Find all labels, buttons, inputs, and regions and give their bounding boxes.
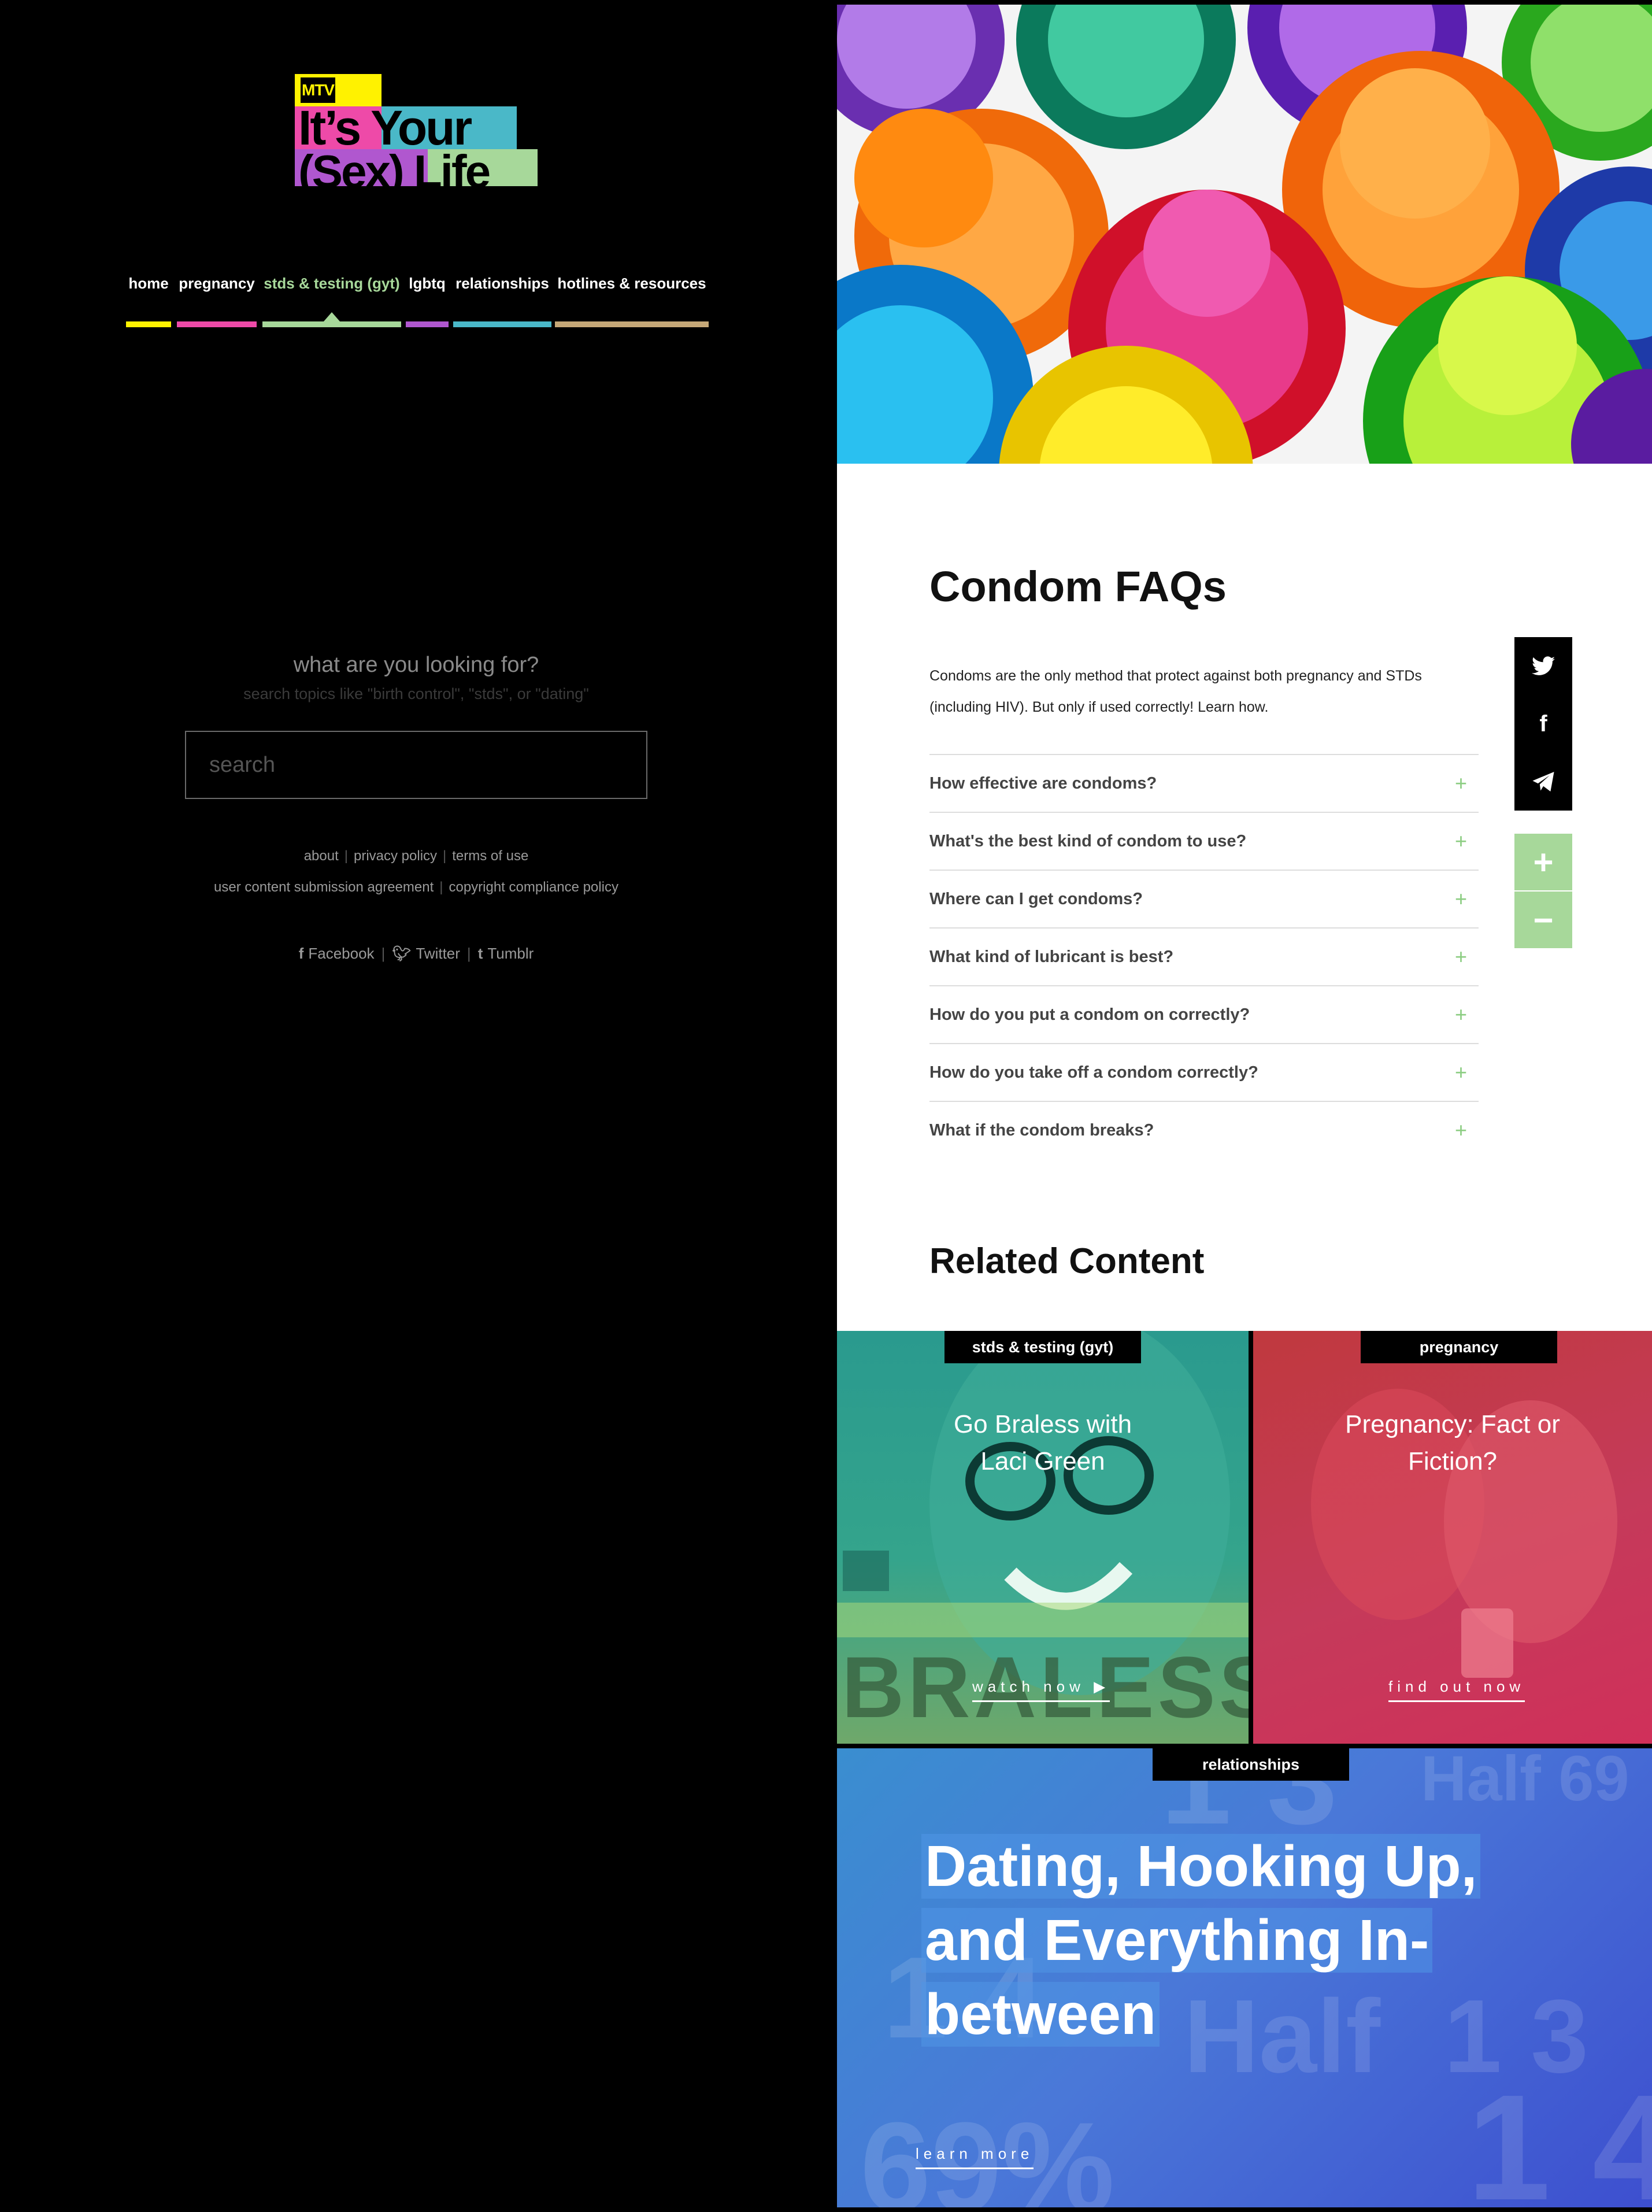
faq-item[interactable]: How do you take off a condom correctly? +: [929, 1043, 1479, 1101]
article-intro: Condoms are the only method that protect…: [929, 668, 1422, 715]
nav-item-hotlines-resources[interactable]: hotlines & resources: [555, 272, 709, 330]
card-title: Dating, Hooking Up, and Everything In- b…: [921, 1829, 1499, 2051]
search-hint: search topics like "birth control", "std…: [243, 685, 589, 702]
share-telegram-button[interactable]: [1514, 753, 1572, 811]
card-title: Pregnancy: Fact or Fiction?: [1345, 1410, 1560, 1475]
faq-question: What if the condom breaks?: [929, 1120, 1154, 1140]
faq-item[interactable]: How do you put a condom on correctly? +: [929, 985, 1479, 1043]
svg-text:1 4: 1 4: [1467, 2064, 1652, 2207]
mtv-logo-badge: MTV: [301, 77, 335, 103]
faq-item[interactable]: What's the best kind of condom to use? +: [929, 812, 1479, 870]
expand-plus-icon[interactable]: +: [1455, 829, 1467, 853]
condoms-photo: [837, 5, 1652, 464]
footer-link-about[interactable]: about: [304, 848, 339, 864]
tumblr-link[interactable]: t Tumblr: [478, 945, 534, 962]
share-bar: f: [1514, 637, 1572, 811]
social-links: f Facebook | 🐦︎ Twitter | t Tumblr: [298, 945, 534, 962]
card-category-tag: relationships: [1153, 1748, 1349, 1781]
telegram-icon: [1532, 772, 1554, 791]
nav-color-bar: [126, 321, 171, 327]
main-nav: home pregnancy stds & testing (gyt) lgbt…: [126, 272, 709, 330]
facebook-icon: f: [298, 945, 304, 962]
faq-question: What kind of lubricant is best?: [929, 947, 1174, 966]
faq-item[interactable]: What if the condom breaks? +: [929, 1101, 1479, 1159]
card-category-tag: stds & testing (gyt): [944, 1331, 1141, 1363]
faq-question: How do you take off a condom correctly?: [929, 1063, 1258, 1082]
svg-text:Half 69: Half 69: [1421, 1748, 1629, 1814]
footer-link-terms-of-use[interactable]: terms of use: [452, 848, 528, 864]
related-card-braless[interactable]: BRALESS stds & testing (gyt) Go Braless …: [837, 1331, 1249, 1744]
related-content-title: Related Content: [929, 1241, 1205, 1281]
faq-question: How do you put a condom on correctly?: [929, 1005, 1250, 1024]
logo-line-2: (Sex) Life: [298, 146, 491, 197]
share-twitter-button[interactable]: [1514, 637, 1572, 695]
nav-item-stds-testing[interactable]: stds & testing (gyt): [262, 272, 401, 330]
tumblr-icon: t: [477, 945, 483, 962]
nav-color-bar: [406, 321, 449, 327]
find-out-now-link[interactable]: find out now: [1388, 1678, 1525, 1702]
search-input[interactable]: [185, 731, 647, 799]
related-card-relationships[interactable]: 1 3 Half 69 Half 1 3 1 4 69% 1 4 relatio…: [837, 1748, 1652, 2207]
faq-item[interactable]: How effective are condoms? +: [929, 754, 1479, 812]
site-logo[interactable]: MTV It’s Your (Sex) Life: [295, 74, 538, 197]
nav-item-pregnancy[interactable]: pregnancy: [177, 272, 257, 330]
search-question: what are you looking for?: [293, 653, 539, 677]
facebook-icon: f: [1539, 711, 1547, 737]
expand-plus-icon[interactable]: +: [1455, 771, 1467, 796]
nav-item-relationships[interactable]: relationships: [453, 272, 551, 330]
zoom-in-button[interactable]: +: [1514, 834, 1572, 892]
card-category-tag: pregnancy: [1361, 1331, 1557, 1363]
learn-more-link[interactable]: learn more: [916, 2145, 1034, 2169]
nav-item-lgbtq[interactable]: lgbtq: [406, 272, 449, 330]
watch-now-link[interactable]: watch now ▶: [972, 1678, 1110, 1702]
expand-plus-icon[interactable]: +: [1455, 1003, 1467, 1027]
related-card-pregnancy[interactable]: pregnancy Pregnancy: Fact or Fiction? fi…: [1253, 1331, 1652, 1744]
left-panel: MTV It’s Your (Sex) Life home pregnancy …: [0, 0, 837, 2212]
expand-plus-icon[interactable]: +: [1455, 887, 1467, 911]
twitter-icon: [1532, 656, 1555, 675]
nav-item-home[interactable]: home: [126, 272, 171, 330]
zoom-controls: + −: [1514, 834, 1572, 949]
twitter-icon: 🐦︎: [392, 945, 412, 962]
faq-question: What's the best kind of condom to use?: [929, 831, 1247, 850]
nav-color-bar: [262, 321, 401, 327]
footer-link-privacy-policy[interactable]: privacy policy: [354, 848, 437, 864]
twitter-link[interactable]: 🐦︎ Twitter: [392, 945, 460, 962]
article-section: Condom FAQs Condoms are the only method …: [837, 464, 1652, 1331]
search-section: what are you looking for? search topics …: [185, 648, 647, 799]
share-facebook-button[interactable]: f: [1514, 695, 1572, 753]
footer-link-copyright-policy[interactable]: copyright compliance policy: [449, 879, 618, 895]
faq-accordion: How effective are condoms? + What's the b…: [929, 754, 1479, 1159]
faq-item[interactable]: Where can I get condoms? +: [929, 870, 1479, 927]
nav-color-bar: [177, 321, 257, 327]
expand-plus-icon[interactable]: +: [1455, 945, 1467, 969]
expand-plus-icon[interactable]: +: [1455, 1060, 1467, 1085]
hero-image-condoms: [837, 5, 1652, 464]
page-title: Condom FAQs: [929, 563, 1227, 611]
faq-question: How effective are condoms?: [929, 774, 1157, 793]
nav-color-bar: [453, 321, 551, 327]
nav-color-bar: [555, 321, 709, 327]
card-title: Go Braless with Laci Green: [953, 1410, 1132, 1475]
faq-item[interactable]: What kind of lubricant is best? +: [929, 927, 1479, 985]
footer-link-user-content-agreement[interactable]: user content submission agreement: [214, 879, 434, 895]
active-caret-icon: [324, 312, 340, 321]
facebook-link[interactable]: f Facebook: [299, 945, 375, 962]
faq-question: Where can I get condoms?: [929, 889, 1143, 908]
zoom-out-button[interactable]: −: [1514, 892, 1572, 949]
footer-links: about | privacy policy | terms of use user c…: [214, 848, 618, 895]
expand-plus-icon[interactable]: +: [1455, 1118, 1467, 1142]
